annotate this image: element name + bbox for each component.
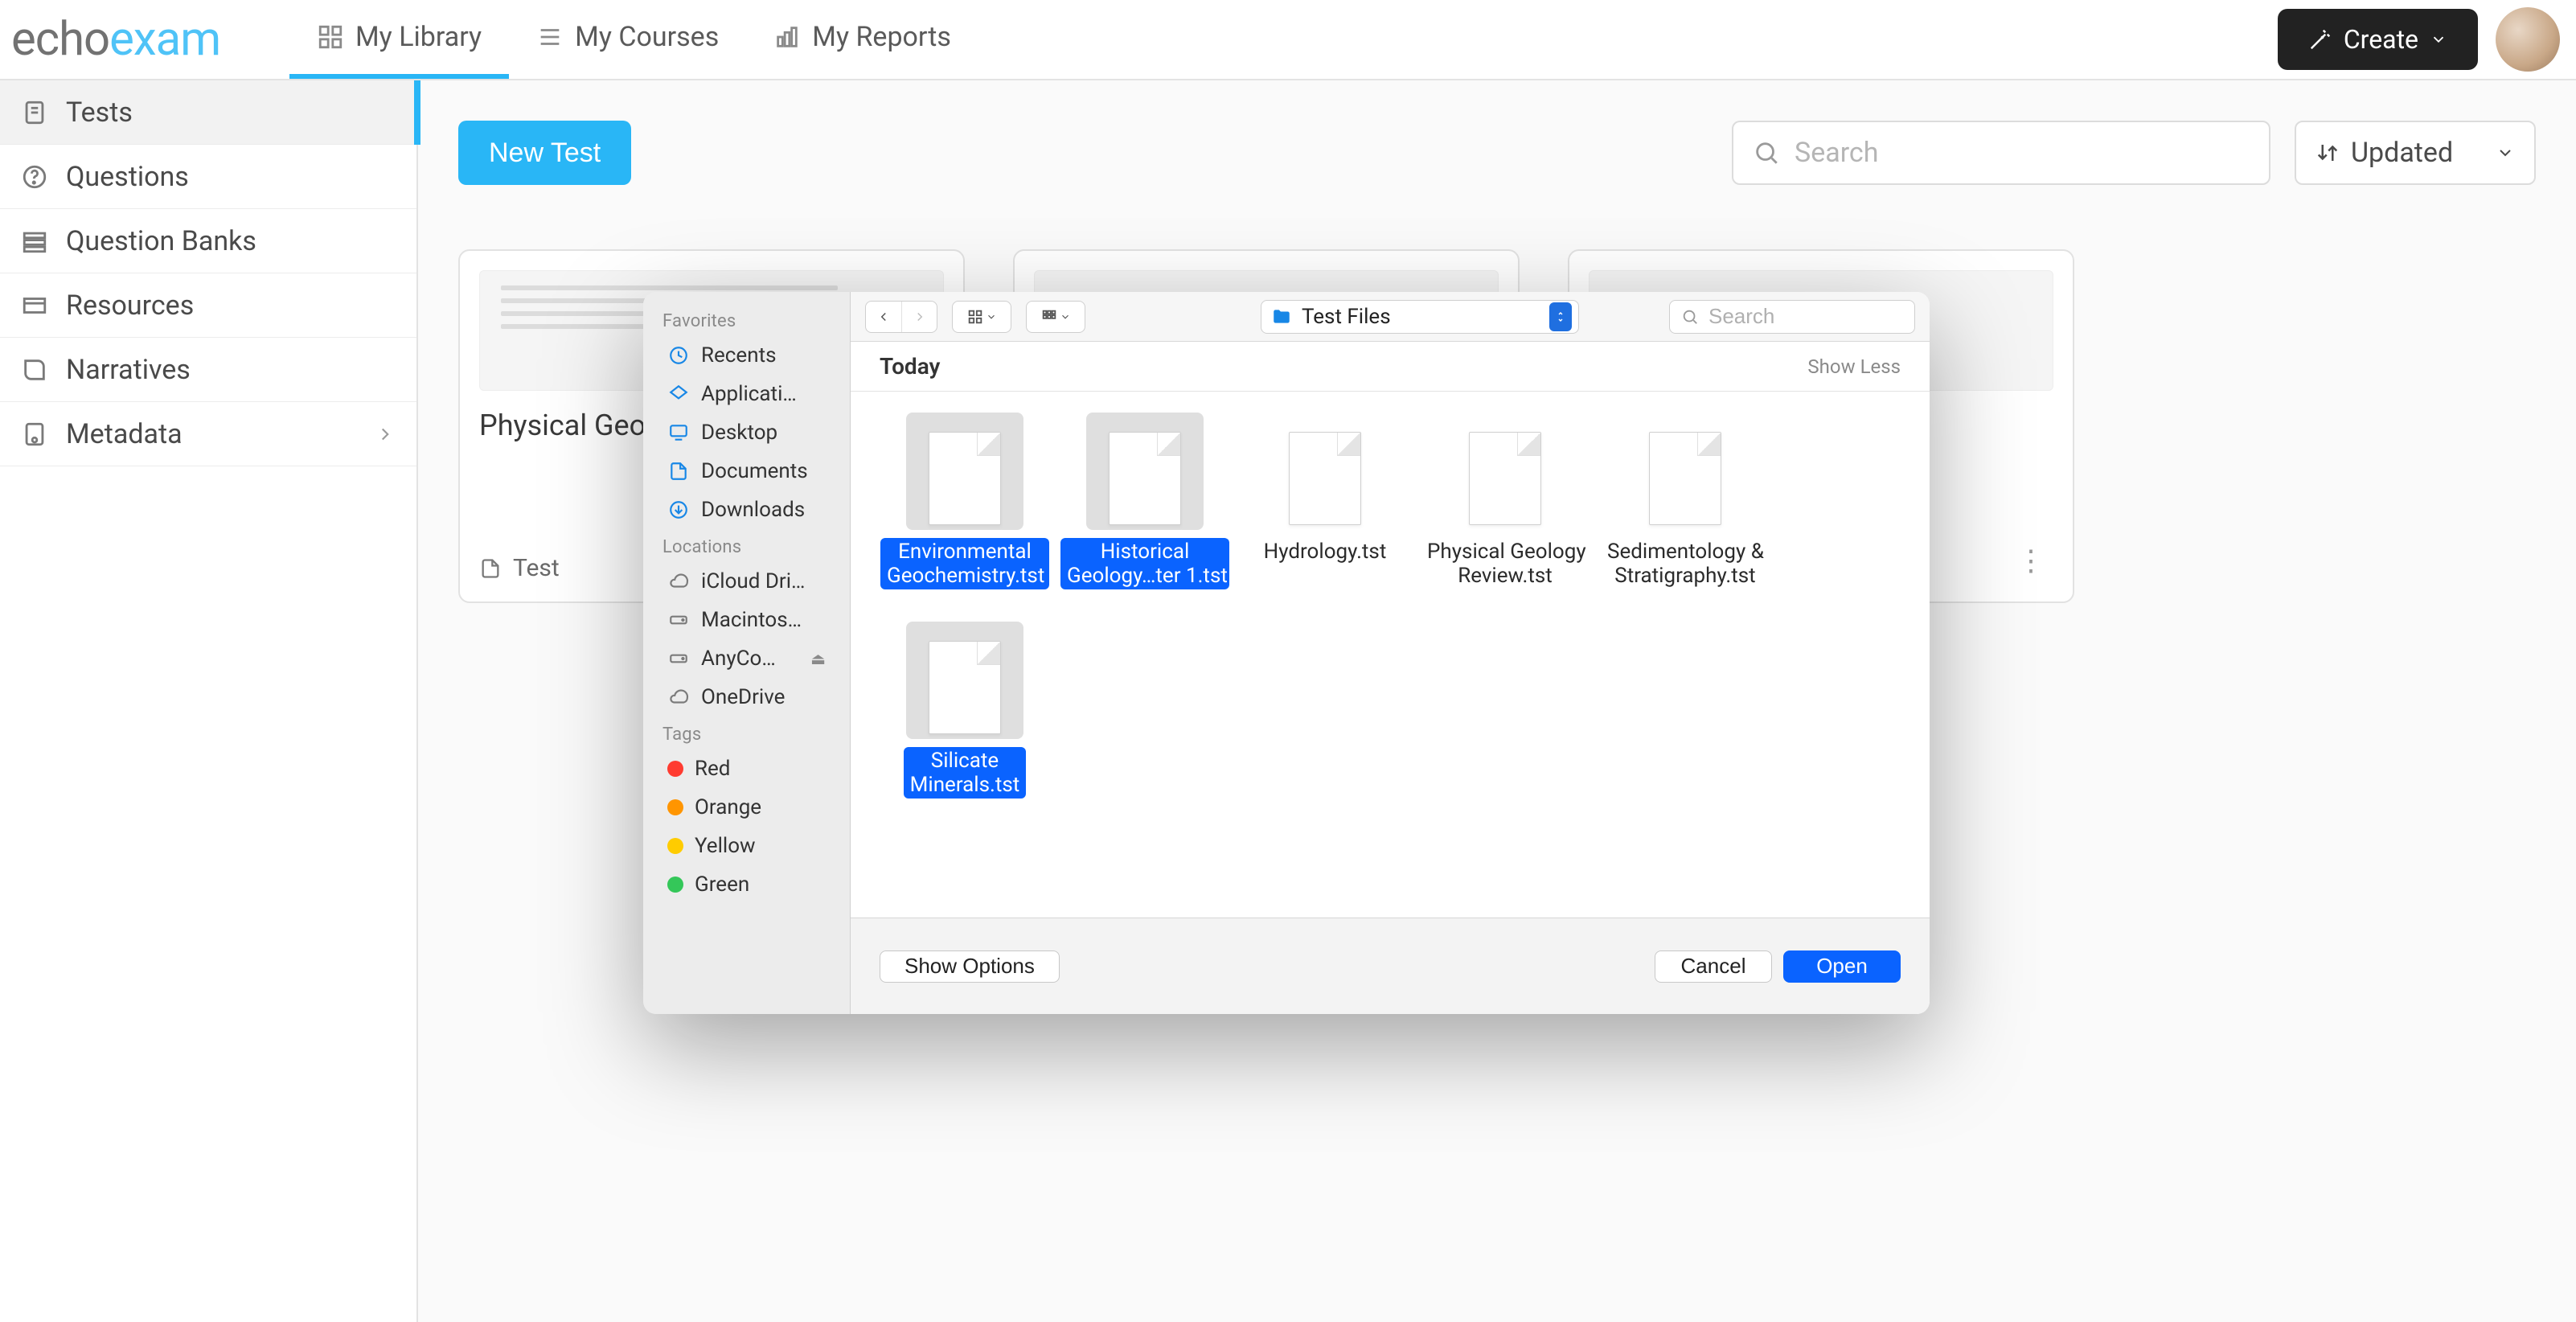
sidebar-item-label: Applicati… (701, 382, 797, 406)
desktop-icon (667, 422, 690, 443)
sidebar-item-applications[interactable]: Applicati… (650, 375, 843, 413)
sidebar-item-label: Orange (695, 795, 761, 819)
file-thumbnail (1086, 413, 1204, 530)
document-icon (929, 432, 1001, 525)
file-item[interactable]: Hydrology.tst (1235, 408, 1415, 617)
file-thumbnail (1266, 413, 1384, 530)
file-label: Environmental Geochemistry.tst (880, 538, 1049, 589)
nav-buttons (865, 301, 937, 333)
grid-small-icon (1040, 308, 1058, 326)
file-dialog-search-input[interactable] (1707, 303, 1903, 330)
sidebar-item-downloads[interactable]: Downloads (650, 491, 843, 529)
folder-icon (1271, 306, 1292, 327)
group-mode-button[interactable] (1026, 301, 1085, 333)
document-icon (1289, 432, 1361, 525)
sidebar-item-onedrive[interactable]: OneDrive (650, 678, 843, 716)
file-item[interactable]: Silicate Minerals.tst (875, 617, 1055, 826)
forward-button[interactable] (901, 302, 937, 332)
file-thumbnail (906, 413, 1023, 530)
file-item[interactable]: Physical Geology Review.tst (1415, 408, 1595, 617)
sidebar-item-label: Macintos… (701, 608, 802, 632)
search-icon (1681, 308, 1699, 326)
file-dialog-search[interactable] (1669, 300, 1915, 334)
file-item[interactable]: Historical Geology…ter 1.tst (1055, 408, 1235, 617)
cloud-icon (667, 571, 690, 592)
eject-icon[interactable]: ⏏ (810, 649, 826, 668)
document-icon (667, 461, 690, 482)
sidebar-tag-green[interactable]: Green (650, 865, 843, 904)
sidebar-item-label: Green (695, 872, 749, 897)
file-label: Physical Geology Review.tst (1421, 538, 1589, 589)
file-label: Silicate Minerals.tst (904, 747, 1027, 799)
sidebar-tag-orange[interactable]: Orange (650, 788, 843, 827)
disk-icon (667, 610, 690, 630)
sidebar-item-label: Desktop (701, 421, 777, 445)
file-dialog-subbar: Today Show Less (851, 342, 1930, 392)
group-title: Today (880, 353, 940, 380)
document-icon (929, 641, 1001, 734)
chevron-down-icon (986, 311, 997, 322)
show-options-button[interactable]: Show Options (880, 950, 1060, 983)
show-options-label: Show Options (904, 954, 1035, 979)
grid-icon (966, 308, 984, 326)
sidebar-item-documents[interactable]: Documents (650, 452, 843, 491)
document-icon (1649, 432, 1721, 525)
open-button[interactable]: Open (1783, 950, 1901, 983)
file-dialog-sidebar: Favorites Recents Applicati… Desktop Doc… (643, 292, 851, 1014)
download-icon (667, 499, 690, 520)
sidebar-item-label: Documents (701, 459, 808, 483)
folder-name: Test Files (1302, 305, 1540, 329)
sidebar-item-anyco[interactable]: AnyCo… ⏏ (650, 639, 843, 678)
folder-dropdown[interactable]: Test Files (1261, 300, 1579, 334)
tag-dot-icon (667, 761, 683, 777)
cancel-button[interactable]: Cancel (1655, 950, 1772, 983)
show-less-button[interactable]: Show Less (1807, 355, 1901, 378)
file-item[interactable]: Sedimentology & Stratigraphy.tst (1595, 408, 1775, 617)
file-dialog-main: Test Files Today Show Less (851, 292, 1930, 1014)
sidebar-item-icloud[interactable]: iCloud Dri… (650, 562, 843, 601)
view-mode-button[interactable] (952, 301, 1011, 333)
file-item[interactable]: Environmental Geochemistry.tst (875, 408, 1055, 617)
open-label: Open (1816, 954, 1868, 979)
sidebar-item-recents[interactable]: Recents (650, 336, 843, 375)
cloud-icon (667, 687, 690, 708)
tag-dot-icon (667, 877, 683, 893)
chevron-down-icon (1060, 311, 1071, 322)
document-icon (1109, 432, 1181, 525)
disk-icon (667, 648, 690, 669)
sidebar-item-desktop[interactable]: Desktop (650, 413, 843, 452)
sidebar-item-label: Downloads (701, 498, 805, 522)
locations-header: Locations (643, 529, 850, 562)
apps-icon (667, 384, 690, 404)
sidebar-tag-yellow[interactable]: Yellow (650, 827, 843, 865)
sidebar-item-label: Recents (701, 343, 777, 367)
file-label: Historical Geology…ter 1.tst (1060, 538, 1229, 589)
sidebar-item-label: OneDrive (701, 685, 785, 709)
tag-dot-icon (667, 838, 683, 854)
sidebar-item-macintosh-hd[interactable]: Macintos… (650, 601, 843, 639)
file-label: Hydrology.tst (1257, 538, 1393, 565)
tag-dot-icon (667, 799, 683, 815)
back-button[interactable] (866, 302, 901, 332)
sidebar-item-label: Yellow (695, 834, 756, 858)
file-grid: Environmental Geochemistry.tst Historica… (851, 392, 1930, 918)
clock-icon (667, 345, 690, 366)
file-open-dialog: Favorites Recents Applicati… Desktop Doc… (643, 292, 1930, 1014)
sidebar-tag-red[interactable]: Red (650, 749, 843, 788)
file-label: Sedimentology & Stratigraphy.tst (1601, 538, 1770, 589)
tags-header: Tags (643, 716, 850, 749)
cancel-label: Cancel (1681, 954, 1746, 979)
sidebar-item-label: AnyCo… (701, 647, 776, 671)
file-thumbnail (906, 622, 1023, 739)
document-icon (1469, 432, 1541, 525)
folder-updown-icon (1549, 302, 1572, 331)
sidebar-item-label: Red (695, 757, 730, 781)
file-dialog-bottom: Show Options Cancel Open (851, 918, 1930, 1014)
favorites-header: Favorites (643, 303, 850, 336)
sidebar-item-label: iCloud Dri… (701, 569, 805, 593)
file-dialog-toolbar: Test Files (851, 292, 1930, 342)
file-thumbnail (1446, 413, 1564, 530)
file-thumbnail (1626, 413, 1744, 530)
